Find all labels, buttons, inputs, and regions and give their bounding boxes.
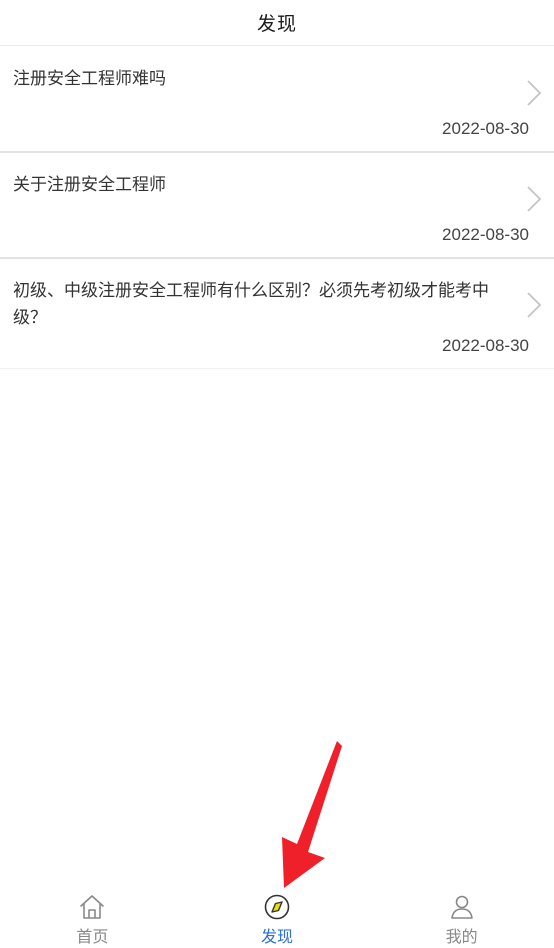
chevron-right-icon (527, 186, 542, 212)
article-date: 2022-08-30 (442, 225, 529, 244)
compass-icon (264, 894, 290, 920)
chevron-right-icon (527, 80, 542, 106)
top-header: 发现 (0, 0, 554, 46)
tab-discover[interactable]: 发现 (185, 884, 370, 948)
article-date: 2022-08-30 (442, 336, 529, 355)
tab-home[interactable]: 首页 (0, 884, 185, 948)
article-title: 关于注册安全工程师 (13, 175, 166, 195)
tab-label: 我的 (445, 927, 478, 946)
chevron-right-icon (527, 292, 542, 318)
tab-label: 首页 (76, 927, 109, 946)
bottom-tab-bar: 首页 发现 我的 (0, 884, 554, 948)
article-title: 注册安全工程师难吗 (13, 69, 166, 89)
article-item[interactable]: 关于注册安全工程师 2022-08-30 (0, 153, 554, 259)
article-item[interactable]: 注册安全工程师难吗 2022-08-30 (0, 47, 554, 153)
user-icon (450, 895, 473, 919)
home-icon (80, 895, 105, 919)
article-title: 初级、中级注册安全工程师有什么区别？必须先考初级才能考中级？ (13, 281, 489, 328)
tab-mine[interactable]: 我的 (369, 884, 554, 948)
article-item[interactable]: 初级、中级注册安全工程师有什么区别？必须先考初级才能考中级？ 2022-08-3… (0, 259, 554, 369)
article-date: 2022-08-30 (442, 119, 529, 138)
tab-label: 发现 (261, 927, 294, 946)
article-list: 注册安全工程师难吗 2022-08-30 关于注册安全工程师 2022-08-3… (0, 47, 554, 369)
page-title: 发现 (256, 13, 297, 35)
